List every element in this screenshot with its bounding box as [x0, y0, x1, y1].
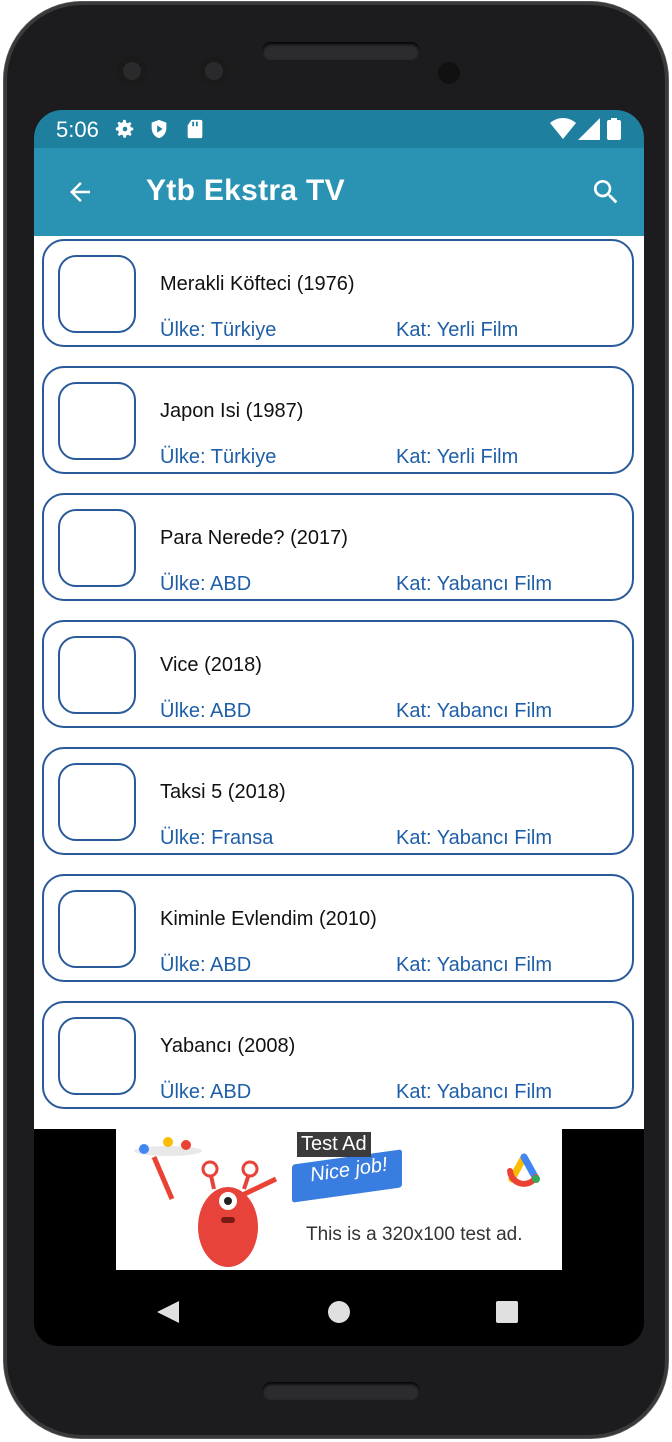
gear-icon	[114, 118, 136, 140]
movie-title: Japon Isi (1987)	[160, 400, 304, 422]
movie-category: Kat: Yerli Film	[396, 319, 519, 341]
earpiece-speaker	[262, 42, 420, 60]
search-button[interactable]	[586, 172, 626, 212]
battery-icon	[606, 118, 622, 140]
status-time: 5:06	[56, 117, 99, 142]
bottom-speaker	[262, 1382, 420, 1400]
movie-country: Ülke: ABD	[160, 573, 252, 595]
ads-logo-icon	[507, 1153, 540, 1187]
arrow-left-icon	[70, 182, 90, 202]
ad-text: This is a 320x100 test ad.	[306, 1224, 523, 1245]
status-bar: 5:06	[34, 110, 644, 148]
movie-country: Ülke: ABD	[160, 1081, 252, 1103]
list-item[interactable]: Para Nerede? (2017) Ülke: ABD Kat: Yaban…	[42, 493, 634, 601]
monster-mascot-icon	[134, 1137, 278, 1267]
movie-list: Merakli Köfteci (1976) Ülke: Türkiye Kat…	[34, 236, 644, 1129]
movie-thumbnail	[58, 382, 136, 460]
list-item[interactable]: Vice (2018) Ülke: ABD Kat: Yabancı Film	[42, 620, 634, 728]
movie-country: Ülke: Fransa	[160, 827, 274, 849]
proximity-sensor	[438, 62, 460, 84]
movie-thumbnail	[58, 255, 136, 333]
sd-card-icon	[184, 118, 206, 140]
movie-country: Ülke: Türkiye	[160, 446, 277, 468]
movie-title: Vice (2018)	[160, 654, 262, 676]
system-nav-bar	[34, 1274, 644, 1346]
search-icon	[593, 180, 618, 204]
ad-container: Nice job! Test Ad This is a 320x100 test…	[34, 1129, 644, 1274]
movie-title: Para Nerede? (2017)	[160, 527, 348, 549]
nav-home-icon	[328, 1301, 350, 1323]
nav-home-button[interactable]	[319, 1292, 359, 1332]
app-bar: Ytb Ekstra TV	[34, 148, 644, 236]
list-item[interactable]: Yabancı (2008) Ülke: ABD Kat: Yabancı Fi…	[42, 1001, 634, 1109]
movie-category: Kat: Yabancı Film	[396, 700, 552, 722]
movie-category: Kat: Yabancı Film	[396, 827, 552, 849]
list-item[interactable]: Taksi 5 (2018) Ülke: Fransa Kat: Yabancı…	[42, 747, 634, 855]
movie-category: Kat: Yabancı Film	[396, 1081, 552, 1103]
movie-title: Yabancı (2008)	[160, 1035, 296, 1057]
nav-recents-icon	[496, 1301, 518, 1323]
movie-title: Kiminle Evlendim (2010)	[160, 908, 377, 930]
page-title: Ytb Ekstra TV	[146, 174, 345, 207]
signal-icon	[578, 118, 600, 140]
wifi-icon	[550, 118, 576, 140]
play-protect-icon	[148, 118, 170, 140]
movie-title: Merakli Köfteci (1976)	[160, 273, 355, 295]
movie-category: Kat: Yabancı Film	[396, 954, 552, 976]
movie-thumbnail	[58, 509, 136, 587]
nav-back-button[interactable]	[148, 1292, 188, 1332]
movie-country: Ülke: ABD	[160, 700, 252, 722]
movie-thumbnail	[58, 636, 136, 714]
nav-recents-button[interactable]	[487, 1292, 527, 1332]
test-ad-banner[interactable]: Nice job! Test Ad This is a 320x100 test…	[116, 1129, 562, 1270]
movie-category: Kat: Yerli Film	[396, 446, 519, 468]
movie-country: Ülke: ABD	[160, 954, 252, 976]
list-item[interactable]: Kiminle Evlendim (2010) Ülke: ABD Kat: Y…	[42, 874, 634, 982]
movie-thumbnail	[58, 890, 136, 968]
movie-thumbnail	[58, 763, 136, 841]
movie-category: Kat: Yabancı Film	[396, 573, 552, 595]
movie-title: Taksi 5 (2018)	[160, 781, 286, 803]
back-button[interactable]	[60, 172, 100, 212]
screen: 5:06 Ytb Ekstra TV Merakli Köfteci (1976…	[34, 110, 644, 1346]
front-camera-secondary	[199, 56, 229, 86]
movie-country: Ülke: Türkiye	[160, 319, 277, 341]
list-item[interactable]: Merakli Köfteci (1976) Ülke: Türkiye Kat…	[42, 239, 634, 347]
movie-thumbnail	[58, 1017, 136, 1095]
ad-label: Test Ad	[297, 1132, 371, 1157]
list-item[interactable]: Japon Isi (1987) Ülke: Türkiye Kat: Yerl…	[42, 366, 634, 474]
front-camera	[117, 56, 147, 86]
nav-back-icon	[157, 1301, 179, 1323]
